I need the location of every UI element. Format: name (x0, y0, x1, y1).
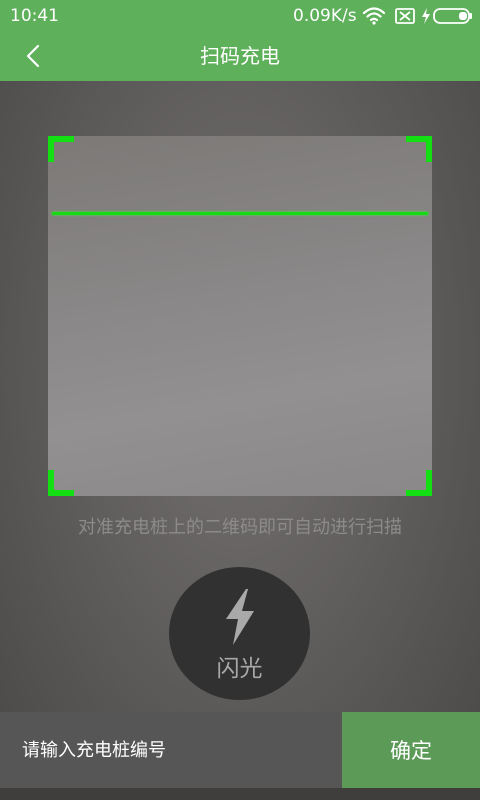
scan-line (52, 212, 428, 215)
back-chevron-icon (26, 44, 40, 68)
flash-label: 闪光 (216, 656, 263, 682)
lightning-icon (226, 589, 254, 645)
viewfinder-corner-bottom-right (406, 470, 432, 496)
battery-icon (433, 8, 472, 24)
confirm-button[interactable]: 确定 (342, 712, 480, 788)
status-bar: 10:41 0.09K/s (0, 0, 480, 31)
scan-hint: 对准充电桩上的二维码即可自动进行扫描 (78, 517, 402, 538)
viewfinder-corner-bottom-left (48, 470, 74, 496)
status-time: 10:41 (10, 6, 59, 26)
flash-button[interactable]: 闪光 (169, 567, 310, 700)
no-sim-icon (395, 8, 415, 24)
viewfinder-corner-top-right (406, 136, 432, 162)
bottom-strip (0, 788, 480, 800)
status-icons (362, 5, 474, 27)
viewfinder-corner-top-left (48, 136, 74, 162)
wifi-icon (362, 7, 386, 25)
scan-viewfinder (48, 136, 432, 496)
page-title: 扫码充电 (200, 44, 280, 68)
back-button[interactable] (8, 31, 58, 81)
code-input-bar: 确定 (0, 712, 480, 788)
charging-icon (422, 8, 430, 24)
network-speed: 0.09K/s (293, 6, 357, 26)
title-bar: 扫码充电 (0, 31, 480, 81)
charger-code-input[interactable] (0, 712, 342, 788)
scan-charge-screen: 10:41 0.09K/s 扫码充电 对准充电桩上的二维码即可自动进行扫描 闪光… (0, 0, 480, 800)
